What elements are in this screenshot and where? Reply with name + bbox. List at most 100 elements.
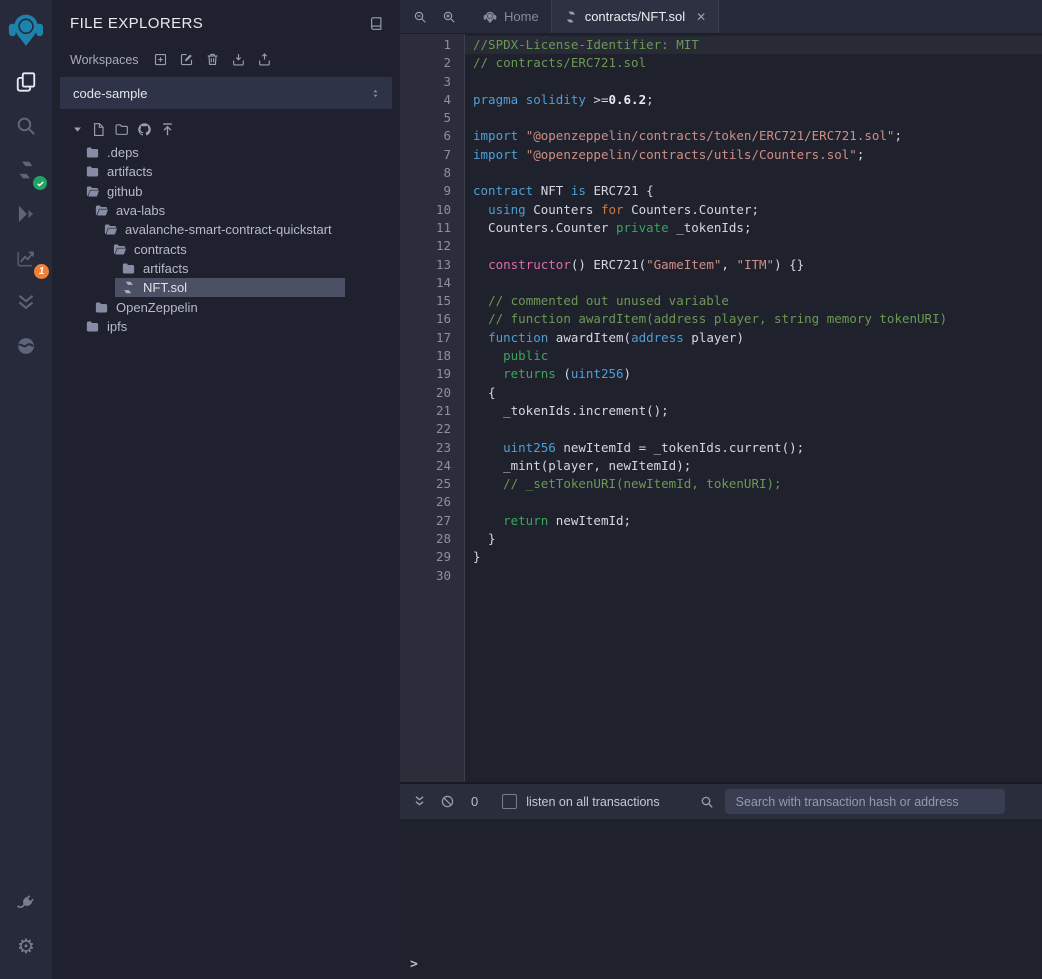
code-line[interactable] <box>473 164 1042 182</box>
terminal-collapse-icon[interactable] <box>412 794 427 809</box>
tree-item-ipfs[interactable]: ipfs <box>52 317 400 336</box>
zoom-out-icon[interactable] <box>413 10 427 24</box>
code-line[interactable] <box>473 274 1042 292</box>
code-line[interactable]: pragma solidity >=0.6.2; <box>473 91 1042 109</box>
code-line[interactable]: // contracts/ERC721.sol <box>473 54 1042 72</box>
circle-wave-icon <box>15 335 37 357</box>
remix-logo-icon <box>7 10 45 48</box>
rail-solidity-unit-testing[interactable] <box>8 284 44 320</box>
panel-title: FILE EXPLORERS <box>70 15 203 32</box>
tree-item-inner: artifacts <box>79 162 159 181</box>
code-line[interactable]: _mint(player, newItemId); <box>473 457 1042 475</box>
terminal-output[interactable]: > <box>400 819 1042 979</box>
code-line[interactable] <box>473 420 1042 438</box>
collapse-tree-icon[interactable] <box>72 124 83 135</box>
tree-item-github[interactable]: github <box>52 182 400 201</box>
editor-code[interactable]: //SPDX-License-Identifier: MIT// contrac… <box>465 34 1042 782</box>
code-line[interactable] <box>473 109 1042 127</box>
file-tree: .deps artifacts githubava-labsavalanche-sm… <box>52 143 400 336</box>
book-icon[interactable] <box>369 16 384 31</box>
tree-item-contracts[interactable]: contracts <box>52 239 400 258</box>
delete-workspace-icon[interactable] <box>205 52 220 67</box>
tree-item-nft-sol[interactable]: NFT.sol <box>52 278 400 297</box>
code-line[interactable] <box>473 237 1042 255</box>
search-icon <box>15 115 37 137</box>
code-line[interactable]: uint256 newItemId = _tokenIds.current(); <box>473 439 1042 457</box>
line-number: 14 <box>400 274 451 292</box>
upload-file-icon[interactable] <box>160 122 175 137</box>
listen-transactions-label[interactable]: listen on all transactions <box>526 795 659 809</box>
line-number: 9 <box>400 182 451 200</box>
line-number: 1 <box>400 36 451 54</box>
remix-home-icon <box>483 10 497 24</box>
remix-logo[interactable] <box>4 7 48 51</box>
line-number: 18 <box>400 347 451 365</box>
rail-plugin-manager[interactable] <box>8 885 44 921</box>
listen-transactions-checkbox[interactable] <box>502 794 517 809</box>
rail-deploy-and-run[interactable] <box>8 196 44 232</box>
download-workspaces-icon[interactable] <box>231 52 246 67</box>
code-line[interactable]: contract NFT is ERC721 { <box>473 182 1042 200</box>
rail-bottom: ⚙ <box>8 881 44 979</box>
line-number: 10 <box>400 201 451 219</box>
tree-item--deps[interactable]: .deps <box>52 143 400 162</box>
tree-item-label: OpenZeppelin <box>116 300 198 315</box>
rail-file-explorer[interactable] <box>8 64 44 100</box>
code-line[interactable]: returns (uint256) <box>473 365 1042 383</box>
tree-item-ava-labs[interactable]: ava-labs <box>52 201 400 220</box>
rename-workspace-icon[interactable] <box>179 52 194 67</box>
line-number: 28 <box>400 530 451 548</box>
code-line[interactable]: using Counters for Counters.Counter; <box>473 201 1042 219</box>
clone-github-icon[interactable] <box>137 122 152 137</box>
rail-analytics[interactable]: 1 <box>8 240 44 276</box>
workspace-select[interactable]: code-sample <box>60 77 392 109</box>
code-line[interactable]: import "@openzeppelin/contracts/utils/Co… <box>473 146 1042 164</box>
line-number: 16 <box>400 310 451 328</box>
rail-settings[interactable]: ⚙ <box>8 929 44 965</box>
rail-sourcify[interactable] <box>8 328 44 364</box>
line-number: 29 <box>400 548 451 566</box>
tree-item-avalanche-smart-contract-quickstart[interactable]: avalanche-smart-contract-quickstart <box>52 220 400 239</box>
code-line[interactable]: public <box>473 347 1042 365</box>
folder-icon <box>85 164 100 179</box>
create-workspace-icon[interactable] <box>153 52 168 67</box>
tab-nft-sol[interactable]: contracts/NFT.sol ✕ <box>551 0 719 33</box>
tab-close-icon[interactable]: ✕ <box>696 10 706 24</box>
rail-search[interactable] <box>8 108 44 144</box>
tab-home[interactable]: Home <box>471 0 551 33</box>
plug-icon <box>16 893 36 913</box>
editor-zoom-controls <box>400 0 471 33</box>
main-area: Home contracts/NFT.sol ✕ 123456789101112… <box>400 0 1042 979</box>
code-line[interactable]: // _setTokenURI(newItemId, tokenURI); <box>473 475 1042 493</box>
code-line[interactable]: // function awardItem(address player, st… <box>473 310 1042 328</box>
transaction-search-input[interactable] <box>725 789 1005 814</box>
code-line[interactable]: function awardItem(address player) <box>473 329 1042 347</box>
clear-console-icon[interactable] <box>440 794 455 809</box>
new-file-icon[interactable] <box>91 122 106 137</box>
code-line[interactable] <box>473 567 1042 585</box>
code-line[interactable]: { <box>473 384 1042 402</box>
tree-item-label: artifacts <box>143 261 189 276</box>
code-line[interactable]: // commented out unused variable <box>473 292 1042 310</box>
line-number: 27 <box>400 512 451 530</box>
file-tree-toolbar <box>52 109 400 143</box>
tree-item-artifacts[interactable]: artifacts <box>52 162 400 181</box>
tree-item-openzeppelin[interactable]: OpenZeppelin <box>52 297 400 316</box>
code-line[interactable]: //SPDX-License-Identifier: MIT <box>465 36 1042 54</box>
zoom-in-icon[interactable] <box>442 10 456 24</box>
code-line[interactable] <box>473 493 1042 511</box>
rail-solidity-compiler[interactable] <box>8 152 44 188</box>
tree-item-inner: ipfs <box>79 317 133 336</box>
new-folder-icon[interactable] <box>114 122 129 137</box>
code-line[interactable]: _tokenIds.increment(); <box>473 402 1042 420</box>
code-line[interactable] <box>473 73 1042 91</box>
code-line[interactable]: return newItemId; <box>473 512 1042 530</box>
code-line[interactable]: } <box>473 548 1042 566</box>
tree-item-artifacts[interactable]: artifacts <box>52 259 400 278</box>
tree-item-label: artifacts <box>107 164 153 179</box>
code-line[interactable]: } <box>473 530 1042 548</box>
code-line[interactable]: import "@openzeppelin/contracts/token/ER… <box>473 127 1042 145</box>
code-line[interactable]: constructor() ERC721("GameItem", "ITM") … <box>473 256 1042 274</box>
code-line[interactable]: Counters.Counter private _tokenIds; <box>473 219 1042 237</box>
restore-workspaces-icon[interactable] <box>257 52 272 67</box>
